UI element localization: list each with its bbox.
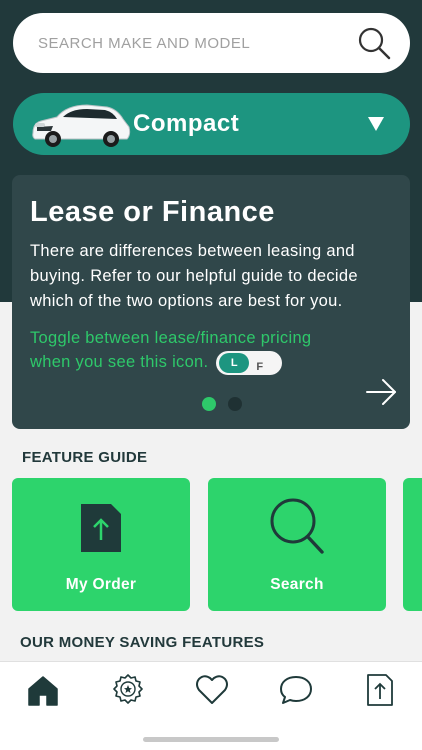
pager-dot[interactable] <box>228 397 242 411</box>
feature-next-peek[interactable] <box>403 478 422 611</box>
home-icon[interactable] <box>25 672 61 708</box>
order-document-icon <box>81 504 121 552</box>
promo-hint: Toggle between lease/finance pricing whe… <box>30 326 350 375</box>
money-saving-title: OUR MONEY SAVING FEATURES <box>20 634 265 651</box>
home-indicator <box>143 737 279 742</box>
feature-search[interactable]: Search <box>208 478 386 611</box>
category-selector[interactable]: Compact <box>13 93 410 155</box>
promo-card[interactable]: Lease or Finance There are differences b… <box>12 175 410 429</box>
feature-label: My Order <box>65 576 137 593</box>
search-input[interactable] <box>38 34 338 52</box>
search-bar[interactable] <box>13 13 410 73</box>
chevron-down-icon[interactable] <box>368 117 384 131</box>
heart-icon[interactable] <box>194 672 230 708</box>
toggle-finance: F <box>256 360 264 373</box>
feature-my-order[interactable]: My Order <box>12 478 190 611</box>
arrow-right-icon[interactable] <box>364 375 398 409</box>
toggle-lease: L <box>219 352 250 373</box>
share-icon[interactable] <box>362 672 398 708</box>
chat-icon[interactable] <box>278 672 314 708</box>
promo-body: There are differences between leasing an… <box>30 242 358 310</box>
search-icon[interactable] <box>356 25 392 61</box>
promo-title: Lease or Finance <box>30 196 275 228</box>
badge-icon[interactable] <box>110 672 146 708</box>
carousel-pager[interactable] <box>202 397 242 411</box>
feature-label: Search <box>270 576 324 593</box>
car-image <box>32 104 131 147</box>
feature-guide-title: FEATURE GUIDE <box>22 449 148 466</box>
pager-dot[interactable] <box>202 397 216 411</box>
category-label: Compact <box>133 110 240 137</box>
lease-finance-toggle-icon: LF <box>216 350 283 375</box>
search-icon <box>270 498 324 554</box>
